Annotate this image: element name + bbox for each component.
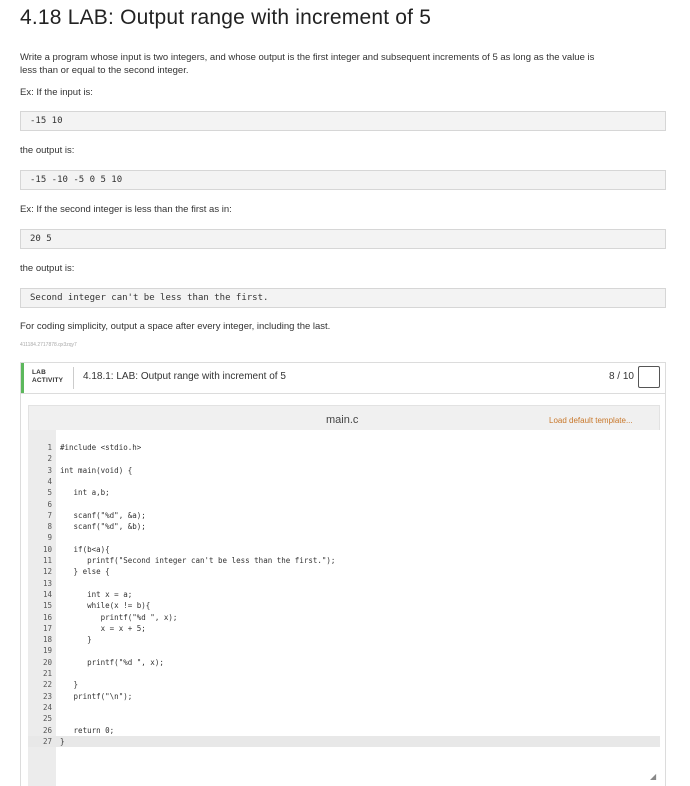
line-number: 4 bbox=[47, 476, 52, 486]
code-text[interactable]: int main(void) { bbox=[60, 465, 132, 476]
resize-handle-icon[interactable]: ◢ bbox=[650, 772, 656, 781]
code-text[interactable]: scanf("%d", &a); bbox=[60, 510, 146, 521]
code-text[interactable]: } bbox=[60, 736, 65, 747]
code-text[interactable]: #include <stdio.h> bbox=[60, 442, 141, 453]
code-text[interactable]: int a,b; bbox=[60, 487, 110, 498]
editor-filename: main.c bbox=[326, 414, 359, 426]
load-default-template-link[interactable]: Load default template... bbox=[549, 416, 633, 425]
code-line[interactable]: 1 #include <stdio.h> bbox=[28, 442, 660, 453]
code-line[interactable]: 26 return 0; bbox=[28, 725, 660, 736]
line-number: 18 bbox=[42, 635, 52, 645]
code-text[interactable]: } bbox=[60, 634, 92, 645]
line-number: 17 bbox=[42, 623, 52, 633]
line-number: 15 bbox=[42, 601, 52, 611]
code-line[interactable]: 17 x = x + 5; bbox=[28, 623, 660, 634]
lab-title: 4.18.1: LAB: Output range with increment… bbox=[83, 371, 286, 382]
lab-tag-line-1: LAB bbox=[32, 369, 46, 376]
example-2-output: Second integer can't be less than the fi… bbox=[20, 288, 666, 308]
code-text[interactable]: scanf("%d", &b); bbox=[60, 521, 146, 532]
line-number: 10 bbox=[42, 544, 52, 554]
line-number: 13 bbox=[42, 578, 52, 588]
description-line-2: less than or equal to the second integer… bbox=[20, 65, 189, 76]
code-line[interactable]: 19 bbox=[28, 645, 660, 656]
code-line[interactable]: 2 bbox=[28, 453, 660, 464]
lab-accent-bar bbox=[21, 363, 24, 393]
lab-activity-tag: LAB ACTIVITY bbox=[32, 369, 63, 385]
code-line[interactable]: 25 bbox=[28, 713, 660, 724]
code-line[interactable]: 24 bbox=[28, 702, 660, 713]
code-line[interactable]: 16 printf("%d ", x); bbox=[28, 612, 660, 623]
code-line[interactable]: 5 int a,b; bbox=[28, 487, 660, 498]
activity-id: 411184.2717878.qx3zqy7 bbox=[20, 342, 77, 348]
code-line[interactable]: 21 bbox=[28, 668, 660, 679]
code-line[interactable]: 20 printf("%d ", x); bbox=[28, 657, 660, 668]
code-line[interactable]: 10 if(b<a){ bbox=[28, 544, 660, 555]
code-text[interactable]: } bbox=[60, 679, 79, 690]
code-line[interactable]: 12 } else { bbox=[28, 566, 660, 577]
code-line[interactable]: 13 bbox=[28, 578, 660, 589]
code-line[interactable]: 11 printf("Second integer can't be less … bbox=[28, 555, 660, 566]
code-line[interactable]: 14 int x = a; bbox=[28, 589, 660, 600]
coding-note: For coding simplicity, output a space af… bbox=[20, 321, 331, 332]
line-number: 26 bbox=[42, 725, 52, 735]
code-text[interactable]: int x = a; bbox=[60, 589, 132, 600]
line-number: 7 bbox=[47, 510, 52, 520]
lab-tag-line-2: ACTIVITY bbox=[32, 377, 64, 384]
line-number: 24 bbox=[42, 702, 52, 712]
code-line[interactable]: 23 printf("\n"); bbox=[28, 691, 660, 702]
line-number: 22 bbox=[42, 680, 52, 690]
example-2-label: Ex: If the second integer is less than t… bbox=[20, 204, 232, 215]
line-number: 2 bbox=[47, 454, 52, 464]
line-number: 21 bbox=[42, 669, 52, 678]
code-text[interactable]: } else { bbox=[60, 566, 110, 577]
lab-activity-header: LAB ACTIVITY 4.18.1: LAB: Output range w… bbox=[20, 362, 666, 394]
code-text[interactable]: x = x + 5; bbox=[60, 623, 146, 634]
code-text[interactable]: if(b<a){ bbox=[60, 544, 110, 555]
code-line[interactable]: 7 scanf("%d", &a); bbox=[28, 510, 660, 521]
line-number: 8 bbox=[47, 522, 52, 532]
code-text[interactable]: printf("Second integer can't be less tha… bbox=[60, 555, 335, 566]
lab-score: 8 / 10 bbox=[608, 371, 634, 382]
code-line[interactable]: 3 int main(void) { bbox=[28, 465, 660, 476]
line-number: 11 bbox=[42, 556, 52, 565]
code-line[interactable]: 22 } bbox=[28, 679, 660, 690]
code-line[interactable]: 4 bbox=[28, 476, 660, 487]
lab-divider bbox=[73, 367, 74, 389]
code-line[interactable]: 8 scanf("%d", &b); bbox=[28, 521, 660, 532]
example-2-output-label: the output is: bbox=[20, 263, 75, 274]
example-2-input: 20 5 bbox=[20, 229, 666, 249]
line-number: 16 bbox=[42, 612, 52, 622]
line-number: 20 bbox=[42, 657, 52, 667]
page-title: 4.18 LAB: Output range with increment of… bbox=[20, 6, 432, 29]
example-1-output: -15 -10 -5 0 5 10 bbox=[20, 170, 666, 190]
line-number: 23 bbox=[42, 691, 52, 701]
completion-checkbox-icon bbox=[638, 366, 660, 388]
code-line[interactable]: 9 bbox=[28, 532, 660, 543]
line-number: 27 bbox=[42, 736, 52, 746]
line-number: 6 bbox=[47, 499, 52, 509]
example-1-label: Ex: If the input is: bbox=[20, 87, 93, 98]
line-number: 25 bbox=[42, 714, 52, 724]
description: Write a program whose input is two integ… bbox=[20, 51, 594, 77]
code-line[interactable]: 15 while(x != b){ bbox=[28, 600, 660, 611]
code-text[interactable]: printf("%d ", x); bbox=[60, 657, 164, 668]
code-text[interactable]: while(x != b){ bbox=[60, 600, 150, 611]
code-line[interactable]: 27} bbox=[28, 735, 660, 747]
line-number: 9 bbox=[47, 533, 52, 543]
description-line-1: Write a program whose input is two integ… bbox=[20, 52, 595, 63]
line-number: 14 bbox=[42, 589, 52, 599]
example-1-output-label: the output is: bbox=[20, 145, 75, 156]
line-number: 3 bbox=[47, 465, 52, 475]
code-line[interactable]: 18 } bbox=[28, 634, 660, 645]
code-text[interactable]: printf("%d ", x); bbox=[60, 612, 178, 623]
example-1-input: -15 10 bbox=[20, 111, 666, 131]
code-text[interactable]: printf("\n"); bbox=[60, 691, 133, 702]
line-number: 12 bbox=[42, 567, 52, 577]
line-number: 19 bbox=[42, 646, 52, 656]
code-text[interactable]: return 0; bbox=[60, 725, 115, 736]
line-number: 1 bbox=[47, 443, 52, 452]
code-line[interactable]: 6 bbox=[28, 499, 660, 510]
line-number: 5 bbox=[47, 488, 52, 498]
